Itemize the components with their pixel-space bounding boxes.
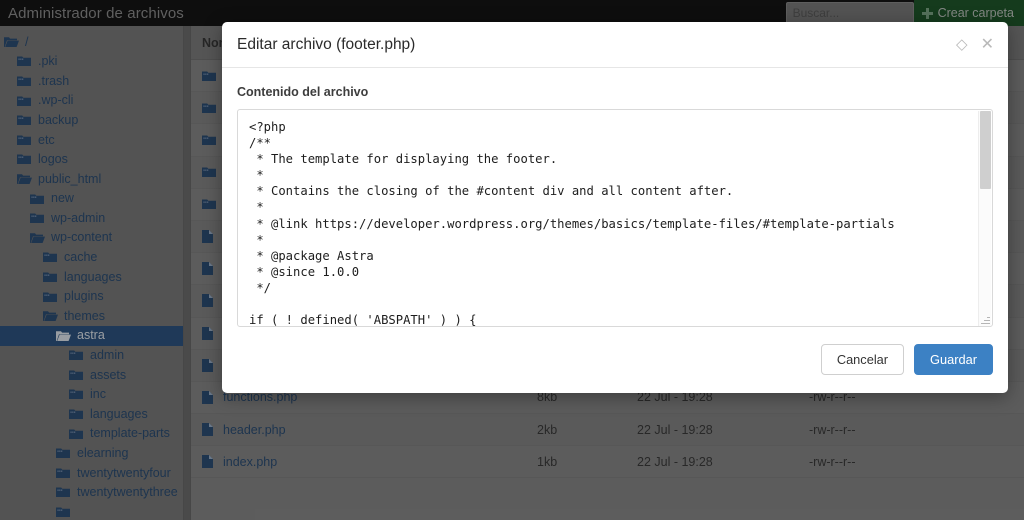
file-content-label: Contenido del archivo <box>237 85 993 99</box>
modal-body: Contenido del archivo <box>222 68 1008 327</box>
modal-footer: Cancelar Guardar <box>222 327 1008 393</box>
modal-title: Editar archivo (footer.php) <box>237 36 415 54</box>
cancel-button[interactable]: Cancelar <box>821 344 904 375</box>
file-content-textarea[interactable] <box>238 110 992 326</box>
edit-file-modal: Editar archivo (footer.php) ◇ ✕ Contenid… <box>222 22 1008 393</box>
modal-header: Editar archivo (footer.php) ◇ ✕ <box>222 22 1008 68</box>
close-icon[interactable]: ✕ <box>981 37 994 53</box>
save-button[interactable]: Guardar <box>914 344 993 375</box>
editor-scrollbar[interactable] <box>978 111 991 327</box>
file-manager-app: Administrador de archivos Crear carpeta … <box>0 0 1024 520</box>
expand-icon[interactable]: ◇ <box>956 37 968 52</box>
file-content-editor-wrap <box>237 109 993 327</box>
editor-scrollbar-thumb[interactable] <box>980 111 991 189</box>
modal-header-actions: ◇ ✕ <box>956 37 994 53</box>
